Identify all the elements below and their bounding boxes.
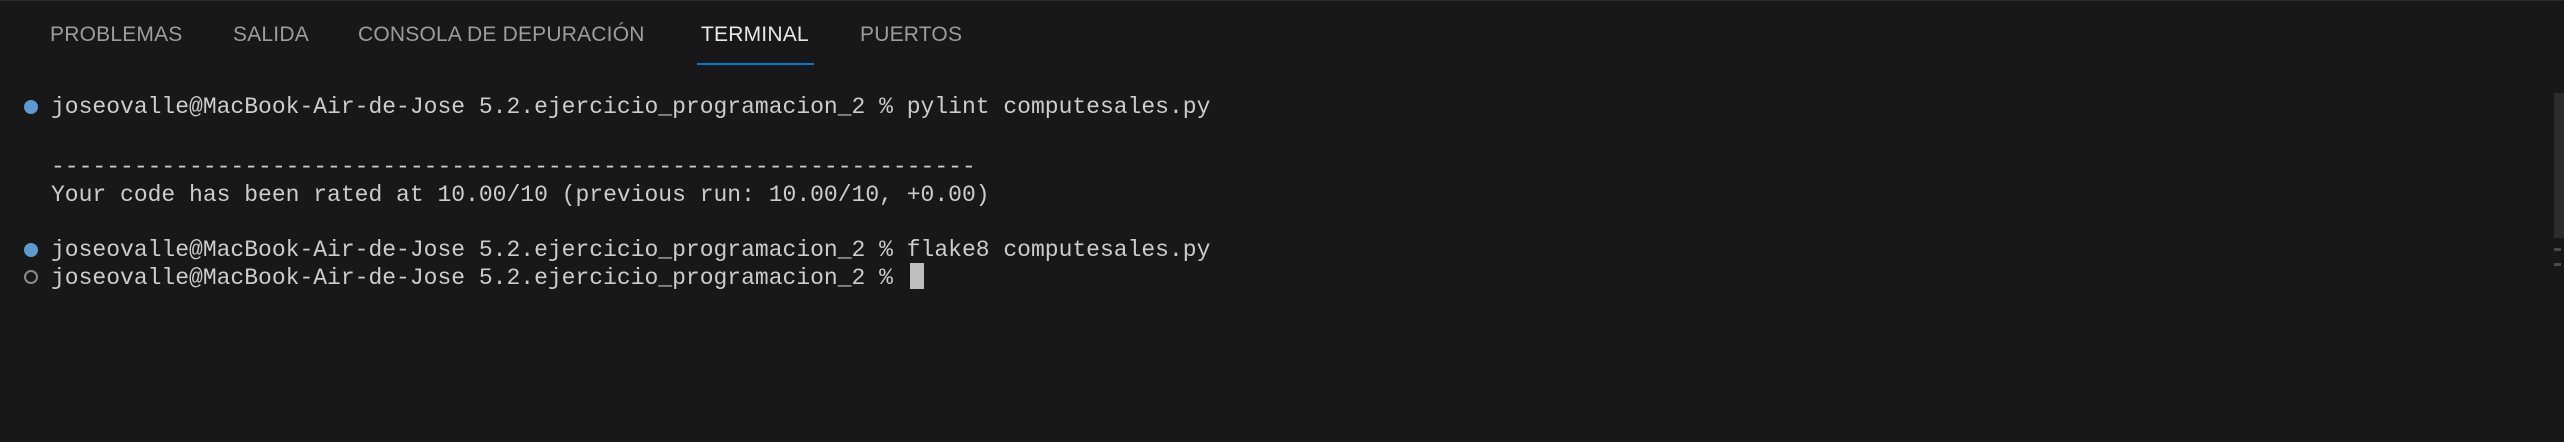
command-pending-decoration-icon[interactable]	[24, 270, 38, 284]
scrollbar-marker	[2554, 263, 2561, 266]
tab-problemas[interactable]: PROBLEMAS	[50, 23, 183, 47]
command-success-decoration-icon[interactable]	[24, 243, 38, 257]
terminal-line: ----------------------------------------…	[51, 154, 976, 180]
panel-tab-bar: PROBLEMAS SALIDA CONSOLA DE DEPURACIÓN T…	[0, 1, 2564, 69]
scrollbar-marker	[2554, 248, 2561, 251]
terminal-area[interactable]: joseovalle@MacBook-Air-de-Jose 5.2.ejerc…	[0, 69, 2540, 442]
terminal-prompt-text: joseovalle@MacBook-Air-de-Jose 5.2.ejerc…	[51, 265, 907, 291]
terminal-line: Your code has been rated at 10.00/10 (pr…	[51, 182, 990, 208]
tab-terminal[interactable]: TERMINAL	[701, 23, 809, 47]
tab-salida[interactable]: SALIDA	[233, 23, 309, 47]
terminal-line: joseovalle@MacBook-Air-de-Jose 5.2.ejerc…	[51, 237, 1211, 263]
active-tab-indicator	[697, 63, 814, 65]
terminal-line: joseovalle@MacBook-Air-de-Jose 5.2.ejerc…	[51, 94, 1211, 120]
terminal-cursor	[909, 263, 924, 289]
terminal-prompt-line: joseovalle@MacBook-Air-de-Jose 5.2.ejerc…	[51, 263, 924, 291]
command-success-decoration-icon[interactable]	[24, 100, 38, 114]
terminal-scrollbar[interactable]	[2554, 93, 2564, 238]
tab-puertos[interactable]: PUERTOS	[860, 23, 962, 47]
bottom-panel: PROBLEMAS SALIDA CONSOLA DE DEPURACIÓN T…	[0, 0, 2564, 442]
tab-consola-de-depuracion[interactable]: CONSOLA DE DEPURACIÓN	[358, 23, 645, 47]
